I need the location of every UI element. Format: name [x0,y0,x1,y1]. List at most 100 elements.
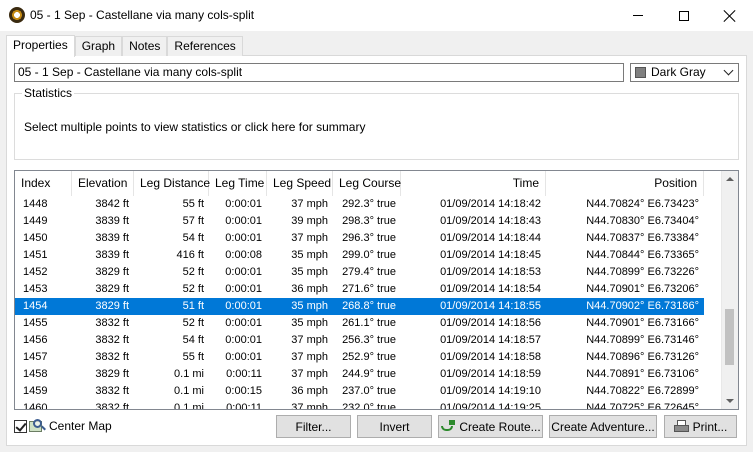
close-button[interactable] [707,0,753,31]
column-header-elevation[interactable]: Elevation [72,171,134,196]
cell-index: 1449 [23,215,48,227]
column-header-time[interactable]: Time [401,171,546,196]
maximize-button[interactable] [661,0,707,31]
cell-elevation: 3832 ft [95,402,129,410]
list-header: Index Elevation Leg Distance Leg Time Leg Sp… [15,171,704,196]
title-bar: 05 - 1 Sep - Castellane via many cols-sp… [0,0,753,31]
vertical-scrollbar[interactable] [721,171,738,409]
cell-elevation: 3829 ft [95,283,129,295]
cell-leg-course: 256.3° true [342,334,396,346]
column-header-position[interactable]: Position [546,171,704,196]
center-map-checkbox[interactable] [14,419,27,433]
cell-leg-distance: 54 ft [182,232,204,244]
window-title: 05 - 1 Sep - Castellane via many cols-sp… [30,8,255,22]
table-row[interactable]: 1453 3829 ft 52 ft 0:00:01 36 mph 271.6° true… [15,281,704,298]
cell-time: 01/09/2014 14:18:42 [440,198,541,210]
column-header-leg-speed[interactable]: Leg Speed [267,171,333,196]
tab-notes[interactable]: Notes [122,36,168,56]
table-row[interactable]: 1451 3839 ft 416 ft 0:00:08 35 mph 299.0° tru… [15,247,704,264]
color-swatch [635,67,646,78]
cell-leg-course: 279.4° true [342,266,396,278]
cell-leg-time: 0:00:01 [225,232,262,244]
cell-leg-time: 0:00:01 [225,215,262,227]
cell-leg-time: 0:00:01 [225,198,262,210]
list-body: 1448 3842 ft 55 ft 0:00:01 37 mph 292.3° true… [15,196,704,410]
close-icon [724,10,736,22]
cell-leg-course: 268.8° true [342,300,396,312]
color-dropdown[interactable]: Dark Gray [630,63,739,82]
tab-properties[interactable]: Properties [6,35,75,57]
table-row[interactable]: 1457 3832 ft 55 ft 0:00:01 37 mph 252.9° true… [15,349,704,366]
cell-leg-time: 0:00:01 [225,334,262,346]
column-header-index[interactable]: Index [15,171,72,196]
create-adventure-button[interactable]: Create Adventure... [549,415,657,438]
cell-leg-course: 237.0° true [342,385,396,397]
table-row[interactable]: 1458 3829 ft 0.1 mi 0:00:11 37 mph 244.9° tru… [15,366,704,383]
cell-time: 01/09/2014 14:19:25 [440,402,541,410]
cell-leg-distance: 57 ft [182,215,204,227]
cell-leg-speed: 37 mph [291,368,328,380]
minimize-button[interactable] [615,0,661,31]
cell-elevation: 3842 ft [95,198,129,210]
filter-label: Filter... [295,419,332,434]
table-row[interactable]: 1448 3842 ft 55 ft 0:00:01 37 mph 292.3° true… [15,196,704,213]
route-icon [440,419,456,434]
cell-time: 01/09/2014 14:18:55 [440,300,541,312]
cell-leg-course: 232.0° true [342,402,396,410]
cell-time: 01/09/2014 14:18:43 [440,215,541,227]
scroll-up-icon[interactable] [726,177,734,181]
print-button[interactable]: Print... [664,415,737,438]
cell-index: 1460 [23,402,48,410]
cell-time: 01/09/2014 14:18:58 [440,351,541,363]
invert-button[interactable]: Invert [357,415,432,438]
create-route-button[interactable]: Create Route... [438,415,543,438]
cell-leg-course: 252.9° true [342,351,396,363]
cell-leg-distance: 52 ft [182,266,204,278]
cell-leg-time: 0:00:11 [226,368,262,380]
cell-position: N44.70824° E6.73423° [586,198,699,210]
table-row[interactable]: 1449 3839 ft 57 ft 0:00:01 39 mph 298.3° true… [15,213,704,230]
cell-leg-time: 0:00:11 [226,402,262,410]
minimize-icon [633,15,643,16]
cell-time: 01/09/2014 14:18:57 [440,334,541,346]
table-row[interactable]: 1459 3832 ft 0.1 mi 0:00:15 36 mph 237.0° tru… [15,383,704,400]
column-header-leg-course[interactable]: Leg Course [333,171,401,196]
cell-position: N44.70901° E6.73166° [586,317,699,329]
cell-elevation: 3829 ft [95,266,129,278]
column-header-leg-distance[interactable]: Leg Distance [134,171,210,196]
statistics-message[interactable]: Select multiple points to view statistic… [24,120,365,134]
table-row[interactable]: 1455 3832 ft 52 ft 0:00:01 35 mph 261.1° true… [15,315,704,332]
filter-button[interactable]: Filter... [276,415,351,438]
cell-leg-speed: 36 mph [291,385,328,397]
cell-position: N44.70896° E6.73126° [586,351,699,363]
table-row[interactable]: 1452 3829 ft 52 ft 0:00:01 35 mph 279.4° true… [15,264,704,281]
cell-time: 01/09/2014 14:18:59 [440,368,541,380]
cell-leg-speed: 37 mph [291,334,328,346]
table-row[interactable]: 1450 3839 ft 54 ft 0:00:01 37 mph 296.3° true… [15,230,704,247]
scroll-down-icon[interactable] [726,399,734,403]
column-header-leg-time[interactable]: Leg Time [209,171,267,196]
tab-graph[interactable]: Graph [74,36,123,56]
cell-leg-speed: 37 mph [291,198,328,210]
cell-leg-speed: 39 mph [291,215,328,227]
cell-elevation: 3829 ft [95,300,129,312]
scroll-thumb[interactable] [725,309,734,365]
cell-position: N44.70844° E6.73365° [586,249,699,261]
cell-position: N44.70901° E6.73206° [586,283,699,295]
cell-leg-course: 244.9° true [342,368,396,380]
points-list[interactable]: Index Elevation Leg Distance Leg Time Leg Sp… [14,170,739,410]
tab-strip: Properties Graph Notes References [6,35,243,57]
cell-position: N44.70891° E6.73106° [586,368,699,380]
tab-references[interactable]: References [167,36,243,56]
track-name-input[interactable]: 05 - 1 Sep - Castellane via many cols-sp… [14,63,624,82]
cell-leg-time: 0:00:01 [225,351,262,363]
center-map-toggle[interactable]: Center Map [14,418,112,434]
table-row[interactable]: 1454 3829 ft 51 ft 0:00:01 35 mph 268.8° true… [15,298,704,315]
cell-leg-speed: 36 mph [291,283,328,295]
table-row[interactable]: 1460 3832 ft 0.1 mi 0:00:11 37 mph 232.0° tru… [15,400,704,410]
table-row[interactable]: 1456 3832 ft 54 ft 0:00:01 37 mph 256.3° true… [15,332,704,349]
cell-index: 1450 [23,232,48,244]
cell-leg-course: 299.0° true [342,249,396,261]
cell-elevation: 3829 ft [95,368,129,380]
cell-position: N44.70902° E6.73186° [586,300,699,312]
